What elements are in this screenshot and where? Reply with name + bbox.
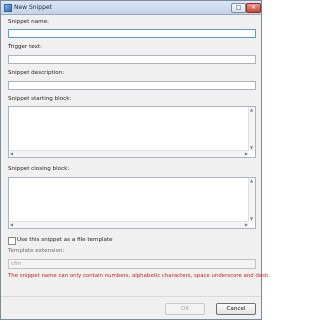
scroll-up-icon[interactable]: ▲: [250, 108, 253, 112]
divider: [1, 296, 261, 297]
template-extension-label: Template extension:: [8, 248, 65, 254]
file-template-label[interactable]: Use this snippet as a file template: [17, 237, 113, 243]
close-button[interactable]: ×: [246, 3, 261, 13]
ok-button[interactable]: OK: [165, 303, 205, 315]
maximize-button[interactable]: □: [231, 3, 246, 13]
snippet-app-icon: [4, 4, 12, 12]
snippet-name-label: Snippet name:: [8, 19, 49, 25]
scroll-left-icon[interactable]: ◀: [10, 152, 13, 156]
window-title: New Snippet: [14, 4, 52, 11]
new-snippet-dialog: New Snippet □ × Snippet name: Trigger te…: [0, 0, 270, 320]
horizontal-scrollbar[interactable]: ◀ ▶: [9, 221, 249, 228]
closing-block-textarea[interactable]: ▲ ▼ ◀ ▶: [8, 177, 256, 229]
trigger-text-label: Trigger text:: [8, 44, 42, 50]
snippet-name-input[interactable]: [8, 29, 256, 38]
vertical-scrollbar[interactable]: ▲ ▼: [248, 178, 255, 222]
snippet-description-label: Snippet description:: [8, 70, 65, 76]
scroll-down-icon[interactable]: ▼: [250, 146, 253, 150]
title-bar[interactable]: New Snippet □ ×: [1, 1, 261, 15]
scroll-right-icon[interactable]: ▶: [245, 223, 248, 227]
scroll-up-icon[interactable]: ▲: [250, 179, 253, 183]
cancel-button[interactable]: Cancel: [216, 303, 256, 315]
error-message: The snippet name can only contain number…: [8, 273, 271, 279]
file-template-checkbox[interactable]: [8, 237, 16, 245]
starting-block-label: Snippet starting block:: [8, 96, 72, 102]
closing-block-label: Snippet closing block:: [8, 166, 70, 172]
horizontal-scrollbar[interactable]: ◀ ▶: [9, 150, 249, 157]
scroll-left-icon[interactable]: ◀: [10, 223, 13, 227]
vertical-scrollbar[interactable]: ▲ ▼: [248, 107, 255, 151]
snippet-description-input[interactable]: [8, 81, 256, 90]
template-extension-input[interactable]: cfm: [8, 259, 256, 269]
scroll-down-icon[interactable]: ▼: [250, 217, 253, 221]
scroll-right-icon[interactable]: ▶: [245, 152, 248, 156]
trigger-text-input[interactable]: [8, 55, 256, 64]
starting-block-textarea[interactable]: ▲ ▼ ◀ ▶: [8, 106, 256, 158]
